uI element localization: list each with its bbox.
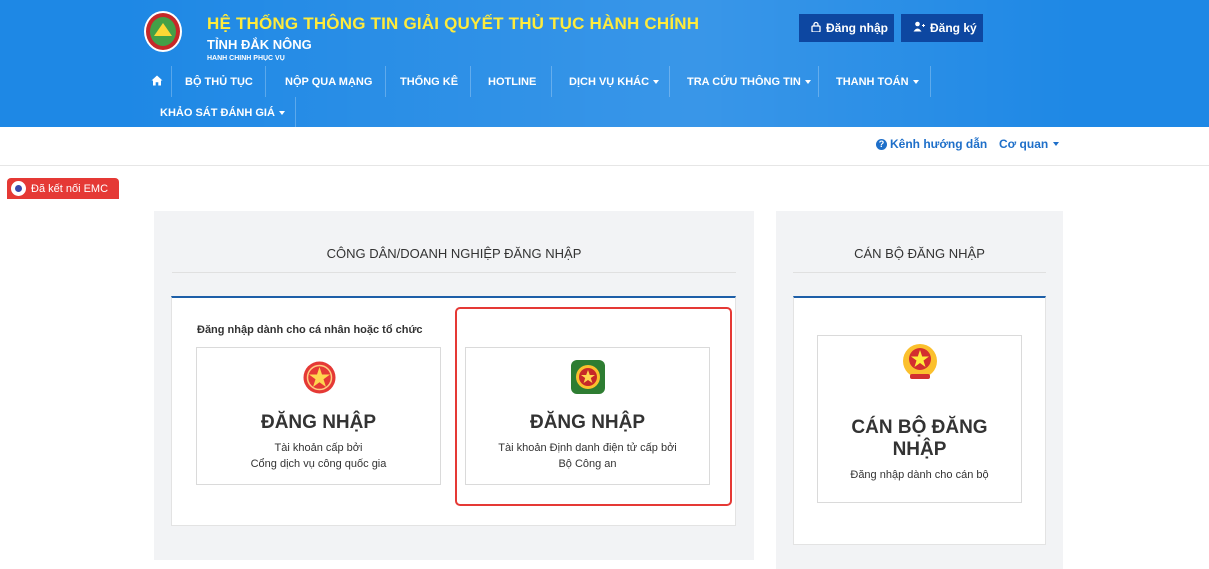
nav-thong-ke[interactable]: THỐNG KÊ [400, 66, 458, 97]
nav-thanh-toan-label: THANH TOÁN [836, 75, 909, 88]
national-emblem-icon [898, 341, 942, 390]
caret-down-icon [912, 79, 919, 84]
citizen-hint: Đăng nhập dành cho cá nhân hoặc tổ chức [197, 324, 423, 336]
question-circle-icon: ? [876, 138, 887, 150]
header-bar: HỆ THỐNG THÔNG TIN GIẢI QUYẾT THỦ TỤC HÀ… [0, 0, 1209, 128]
lock-icon [811, 21, 821, 35]
caret-down-icon [278, 110, 285, 115]
card1-title: ĐĂNG NHẬP [260, 412, 377, 433]
nav-bo-thu-tuc[interactable]: BỘ THỦ TỤC [185, 66, 253, 97]
emc-label: Đã kết nối EMC [31, 182, 109, 195]
site-tagline: HÀNH CHÍNH PHỤC VỤ [207, 55, 285, 61]
login-button[interactable]: Đăng nhập [799, 14, 894, 42]
nav-thanh-toan[interactable]: THANH TOÁN [836, 66, 919, 97]
register-button[interactable]: Đăng ký [901, 14, 983, 42]
citizen-panel-title: CÔNG DÂN/DOANH NGHIỆP ĐĂNG NHẬP [326, 246, 582, 261]
site-title[interactable]: HỆ THỐNG THÔNG TIN GIẢI QUYẾT THỦ TỤC HÀ… [207, 14, 699, 34]
card1-line2: Cổng dịch vụ công quốc gia [250, 458, 387, 470]
nav-tra-cuu-label: TRA CỨU THÔNG TIN [687, 75, 801, 88]
nav-nop-qua-mang[interactable]: NỘP QUA MẠNG [285, 66, 372, 97]
guide-link[interactable]: ? Kênh hướng dẫn [876, 137, 987, 151]
officer-card-title-line1: CÁN BỘ ĐĂNG [851, 417, 988, 438]
caret-down-icon [804, 79, 811, 84]
nav-dich-vu-khac-label: DỊCH VỤ KHÁC [569, 75, 650, 88]
org-dropdown[interactable]: Cơ quan [999, 137, 1060, 151]
nav-khao-sat-label: KHẢO SÁT ĐÁNH GIÁ [160, 106, 275, 119]
national-portal-login-card[interactable]: ĐĂNG NHẬP Tài khoản cấp bởi Cổng dịch vụ… [196, 347, 441, 485]
officer-login-card[interactable]: CÁN BỘ ĐĂNG NHẬP Đăng nhập dành cho cán … [817, 335, 1022, 503]
highlight-frame [455, 307, 732, 506]
caret-down-icon [653, 79, 660, 84]
officer-card-desc: Đăng nhập dành cho cán bộ [850, 469, 989, 481]
emc-badge[interactable]: Đã kết nối EMC [7, 178, 119, 199]
site-subtitle: TỈNH ĐẮK NÔNG [207, 37, 312, 52]
register-label: Đăng ký [930, 21, 977, 35]
officer-panel-title: CÁN BỘ ĐĂNG NHẬP [854, 246, 985, 261]
guide-label: Kênh hướng dẫn [890, 137, 988, 151]
login-label: Đăng nhập [826, 21, 888, 35]
nav-home[interactable] [143, 66, 171, 97]
nav-tra-cuu-thong-tin[interactable]: TRA CỨU THÔNG TIN [687, 66, 811, 97]
card1-line1: Tài khoản cấp bởi [274, 442, 363, 454]
nav-khao-sat-danh-gia[interactable]: KHẢO SÁT ĐÁNH GIÁ [160, 97, 285, 128]
nav-dich-vu-khac[interactable]: DỊCH VỤ KHÁC [569, 66, 660, 97]
org-label: Cơ quan [999, 137, 1049, 151]
utility-bar: ? Kênh hướng dẫn Cơ quan [0, 127, 1209, 166]
dak-nong-logo-icon[interactable] [144, 11, 182, 52]
emc-icon [11, 181, 26, 196]
home-icon [151, 75, 163, 89]
national-star-emblem-icon [303, 361, 336, 399]
user-plus-icon [913, 21, 925, 35]
main-nav: BỘ THỦ TỤC NỘP QUA MẠNG THỐNG KÊ HOTLINE… [0, 64, 1209, 128]
officer-card-title-line2: NHẬP [892, 439, 947, 460]
caret-down-icon [1053, 142, 1060, 146]
nav-hotline[interactable]: HOTLINE [488, 66, 536, 97]
